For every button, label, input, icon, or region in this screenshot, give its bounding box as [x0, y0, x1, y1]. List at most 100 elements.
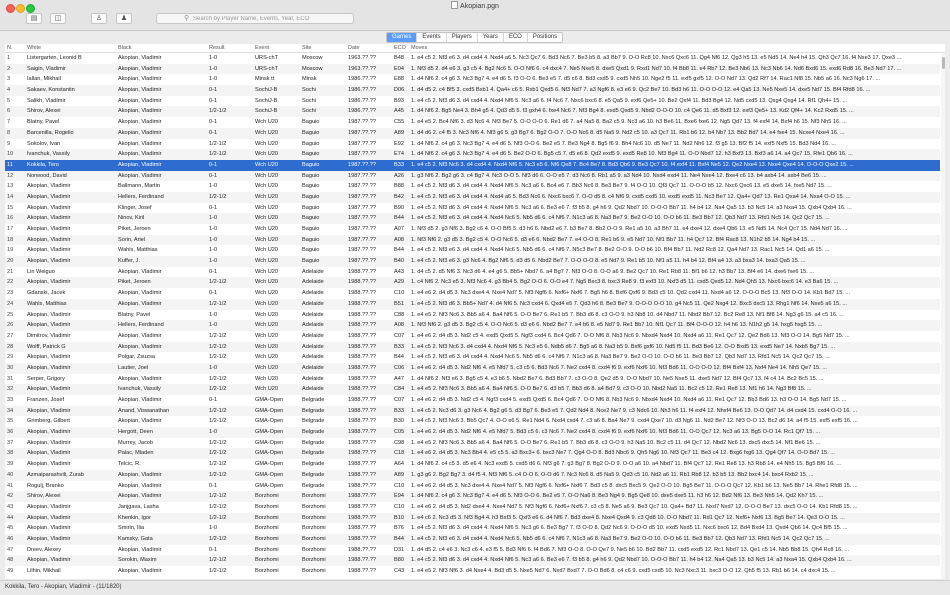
save-button[interactable]: ▤ [26, 13, 42, 24]
column-header-white[interactable]: White [27, 44, 119, 52]
date-cell: 1987.??.?? [348, 215, 376, 222]
event-cell: Wch U20 [255, 183, 279, 190]
date-cell: 1986.??.?? [348, 87, 376, 94]
table-row[interactable]: 43 Akopian, Vladimir Janjgava, Lasha 1/2-1/… [5, 502, 940, 513]
column-header-eco[interactable]: ECO [394, 44, 410, 52]
table-row[interactable]: 28 Wolff, Patrick G Akopian, Vladimir 1/2-1… [5, 341, 940, 353]
table-row[interactable]: 17 Akopian, Vladimir Piket, Jeroen 1-0 Wch U… [5, 224, 940, 235]
table-row[interactable]: 40 Azmaiparashvili, Zurab Akopian, Vladimi… [5, 469, 940, 481]
table-row[interactable]: 26 Akopian, Vladimir Hellers, Ferdinand 1-0… [5, 320, 940, 331]
table-row[interactable]: 47 Dreev, Alexey Akopian, Vladimir 0-1 Borzh… [5, 545, 940, 556]
table-row[interactable]: 48 Akopian, Vladimir Sorokin, Maxim 1/2-1/2… [5, 555, 940, 566]
table-row[interactable]: 13 Akopian, Vladimir Ballmann, Martin 1-0 Wc… [5, 181, 940, 192]
tab-games[interactable]: Games [387, 33, 418, 42]
column-header-event[interactable]: Event [255, 44, 304, 52]
moves-cell: 1. e4 c5 2. Nc3 d6 3. g3 Nc6 4. Bg2 g6 5… [411, 407, 858, 414]
column-header-site[interactable]: Site [302, 44, 347, 52]
table-row[interactable]: 8 Barcenilla, Rogelio Akopian, Vladimir 0-1… [5, 127, 940, 139]
table-row[interactable]: 46 Akopian, Vladimir Kamsky, Gata 1/2-1/2 Bo… [5, 533, 940, 545]
table-row[interactable]: 12 Norwood, David Akopian, Vladimir 0-1 Wch … [5, 170, 940, 182]
tab-eco[interactable]: ECO [504, 33, 528, 42]
table-row[interactable]: 35 Grimberg, Gilbert Akopian, Vladimir 1/2-… [5, 416, 940, 427]
black-player-cell: Akopian, Vladimir [118, 87, 162, 94]
table-row[interactable]: 4 Sakaev, Konstantin Akopian, Vladimir 0-1 S… [5, 85, 940, 96]
players-button[interactable]: ♙ [91, 13, 107, 24]
table-row[interactable]: 23 Gdanski, Jacek Akopian, Vladimir 0-1 Wch … [5, 288, 940, 299]
result-cell: 1-0 [209, 65, 218, 72]
table-row[interactable]: 6 Shirov, Alexei Akopian, Vladimir 1/2-1/2 S… [5, 106, 940, 118]
black-player-cell: Akopian, Vladimir [118, 397, 162, 403]
table-row[interactable]: 22 Akopian, Vladimir Piket, Jeroen 1/2-1/2 W… [5, 277, 940, 289]
site-cell: Belgrade [302, 461, 325, 468]
table-row[interactable]: 10 Ivanchuk, Vassily Akopian, Vladimir 1/2-… [5, 149, 940, 160]
black-player-cell: Murrey, Jacob [118, 439, 154, 446]
tab-players[interactable]: Players [447, 33, 478, 42]
tab-events[interactable]: Events [417, 33, 447, 42]
table-row[interactable]: 44 Akopian, Vladimir Khenkin, Igor 1/2-1/2 B… [5, 512, 940, 524]
table-row[interactable]: 45 Akopian, Vladimir Smirin, Ilia 1-0 Borzho… [5, 523, 940, 534]
table-row[interactable]: 18 Akopian, Vladimir Sorin, Ariel 1-0 Wch U2… [5, 234, 940, 246]
result-cell: 0-1 [209, 129, 218, 136]
column-header-black[interactable]: Black [118, 44, 210, 52]
moves-cell: 1. e4 c5 2. Nf3 e6 3. d4 cxd4 4. Nxd4 a6… [411, 55, 902, 61]
search-field[interactable]: ⚲ [156, 13, 354, 24]
column-header-result[interactable]: Result [209, 44, 254, 52]
table-row[interactable]: 34 Akopian, Vladimir Anand, Viswanathan 1/2… [5, 405, 940, 417]
vertical-scrollbar[interactable] [941, 53, 945, 579]
table-row[interactable]: 24 Wahls, Matthias Akopian, Vladimir 1/2-1/… [5, 298, 940, 310]
table-row[interactable]: 27 Dimitrov, Vladimir Akopian, Vladimir 1/2… [5, 331, 940, 342]
table-row[interactable]: 32 Akopian, Vladimir Ivanchuk, Vassily 1/2-… [5, 384, 940, 395]
site-cell: Adelaide [302, 386, 324, 393]
table-row[interactable]: 14 Akopian, Vladimir Hellers, Ferdinand 1/2… [5, 191, 940, 203]
table-row[interactable]: 25 Akopian, Vladimir Blatny, Pavel 1-0 Wch U… [5, 310, 940, 321]
table-row[interactable]: 36 Akopian, Vladimir Hergott, Deen 1-0 GMA-O… [5, 427, 940, 438]
table-row[interactable]: 19 Akopian, Vladimir Wahls, Matthias 1-0 Wch… [5, 245, 940, 256]
table-row[interactable]: 42 Shirov, Alexei Akopian, Vladimir 1/2-1/2… [5, 491, 940, 502]
table-row[interactable]: 39 Akopian, Vladimir Telcic, R. 1/2-1/2 GMA-… [5, 459, 940, 470]
column-header-moves[interactable]: Moves [411, 44, 938, 52]
row-number-cell: 47 [7, 546, 14, 553]
column-header-date[interactable]: Date [348, 44, 393, 52]
table-row[interactable]: 38 Akopian, Vladimir Palac, Mladen 1/2-1/2 G… [5, 448, 940, 460]
moves-cell: 1. e4 c5 2. Nf3 d6 3. d4 cxd4 4. Nxd4 Nf… [411, 525, 848, 532]
eco-code-cell: B40 [394, 258, 404, 265]
table-row[interactable]: 33 Franzen, Josef Akopian, Vladimir 0-1 GMA-… [5, 395, 940, 406]
table-row[interactable]: 49 Lilhin, Mikhail Akopian, Vladimir 1/2-1/… [5, 566, 940, 577]
table-row[interactable]: 11 Kokkila, Tero Akopian, Vladimir 0-1 Wch U… [5, 159, 940, 171]
table-row[interactable]: 2 Saigin, Vladimir Akopian, Vladimir 1-0 URS… [5, 63, 940, 75]
event-cell: Wch U20 [255, 247, 279, 254]
black-player-cell: Akopian, Vladimir [118, 140, 162, 147]
table-row[interactable]: 30 Akopian, Vladimir Lautier, Joel 1-0 Wch U… [5, 362, 940, 374]
export-button[interactable]: ◫ [50, 13, 66, 24]
search-input[interactable] [193, 14, 348, 23]
column-header-number[interactable]: N. [7, 44, 27, 52]
table-row[interactable]: 3 Iallan, Mikhail Akopian, Vladimir 1-0 Mins… [5, 74, 940, 85]
moves-cell: 1. e4 e6 2. d4 d5 3. Nd2 c5 4. exd5 Qxd5… [411, 332, 850, 339]
row-number-cell: 19 [7, 247, 14, 254]
date-cell: 1988.??.?? [348, 332, 376, 339]
date-cell: 1988.??.?? [348, 290, 376, 297]
player-profile-button[interactable]: ♟ [116, 13, 132, 24]
table-row[interactable]: 37 Akopian, Vladimir Murrey, Jacob 1/2-1/2 G… [5, 438, 940, 449]
table-row[interactable]: 7 Blatny, Pavel Akopian, Vladimir 0-1 Wch U2… [5, 117, 940, 128]
eco-code-cell: C10 [394, 503, 405, 510]
table-row[interactable]: 16 Akopian, Vladimir Ninov, Kiril 1-0 Wch U2… [5, 213, 940, 224]
tab-years[interactable]: Years [478, 33, 504, 42]
table-row[interactable]: 1 Listergarten, Leonid B Akopian, Vladimir… [5, 53, 940, 64]
date-cell: 1988.??.?? [348, 450, 376, 457]
table-row[interactable]: 15 Akopian, Vladimir Klinger, Josef 0-1 Wch … [5, 203, 940, 214]
date-cell: 1987.??.?? [348, 247, 376, 254]
table-row[interactable]: 5 Salikh, Vladimir Akopian, Vladimir 0-1 Soc… [5, 96, 940, 107]
date-cell: 1963.??.?? [348, 55, 376, 61]
event-cell: Wch U20 [255, 204, 279, 211]
white-player-cell: Shirov, Alexei [27, 493, 61, 500]
table-row[interactable]: 20 Akopian, Vladimir Kuffer, J. 1-0 Wch U20 B… [5, 256, 940, 267]
scrollbar-thumb[interactable] [941, 57, 945, 69]
table-row[interactable]: 29 Akopian, Vladimir Polgar, Zsuzsa 1/2-1/2… [5, 352, 940, 363]
table-row[interactable]: 9 Sokolov, Ivan Akopian, Vladimir 1/2-1/2 Wc… [5, 139, 940, 150]
black-player-cell: Akopian, Vladimir [118, 546, 162, 553]
tab-positions[interactable]: Positions [528, 33, 562, 42]
table-row[interactable]: 31 Serper, Grigory Akopian, Vladimir 1/2-1/… [5, 374, 940, 385]
table-row[interactable]: 21 Lin Weiguo Akopian, Vladimir 0-1 Wch U20 A… [5, 267, 940, 278]
table-row[interactable]: 41 Rogulj, Branko Akopian, Vladimir 0-1 GMA-… [5, 481, 940, 492]
